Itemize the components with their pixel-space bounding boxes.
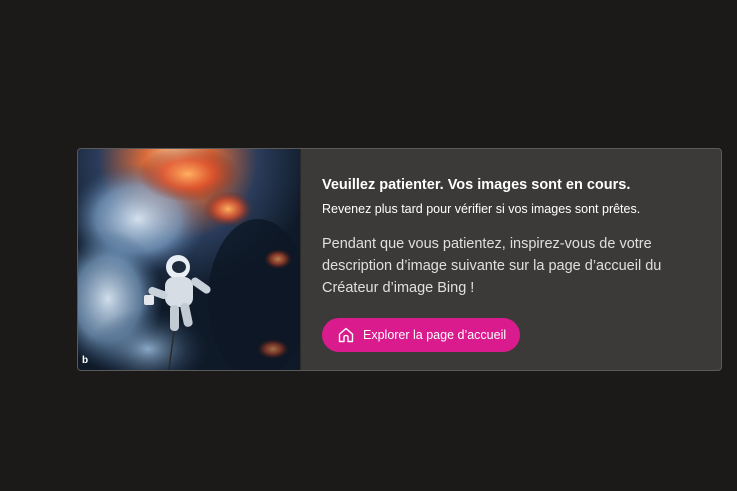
inspiration-description: Pendant que vous patientez, inspirez-vou…: [322, 236, 662, 296]
generation-status-card: b Veuillez patienter. Vos images sont en…: [77, 148, 722, 371]
explore-homepage-label: Explorer la page d’accueil: [363, 328, 507, 342]
status-title: Veuillez patienter. Vos images sont en c…: [322, 177, 631, 193]
home-icon: [337, 326, 355, 344]
status-content: Veuillez patienter. Vos images sont en c…: [301, 149, 721, 370]
astronaut-image: [78, 149, 300, 370]
explore-homepage-button[interactable]: Explorer la page d’accueil: [322, 318, 521, 352]
bing-watermark-icon: b: [82, 355, 89, 366]
astronaut-thumbnail: b: [78, 149, 301, 370]
status-subtitle: Revenez plus tard pour vérifier si vos i…: [322, 202, 641, 216]
